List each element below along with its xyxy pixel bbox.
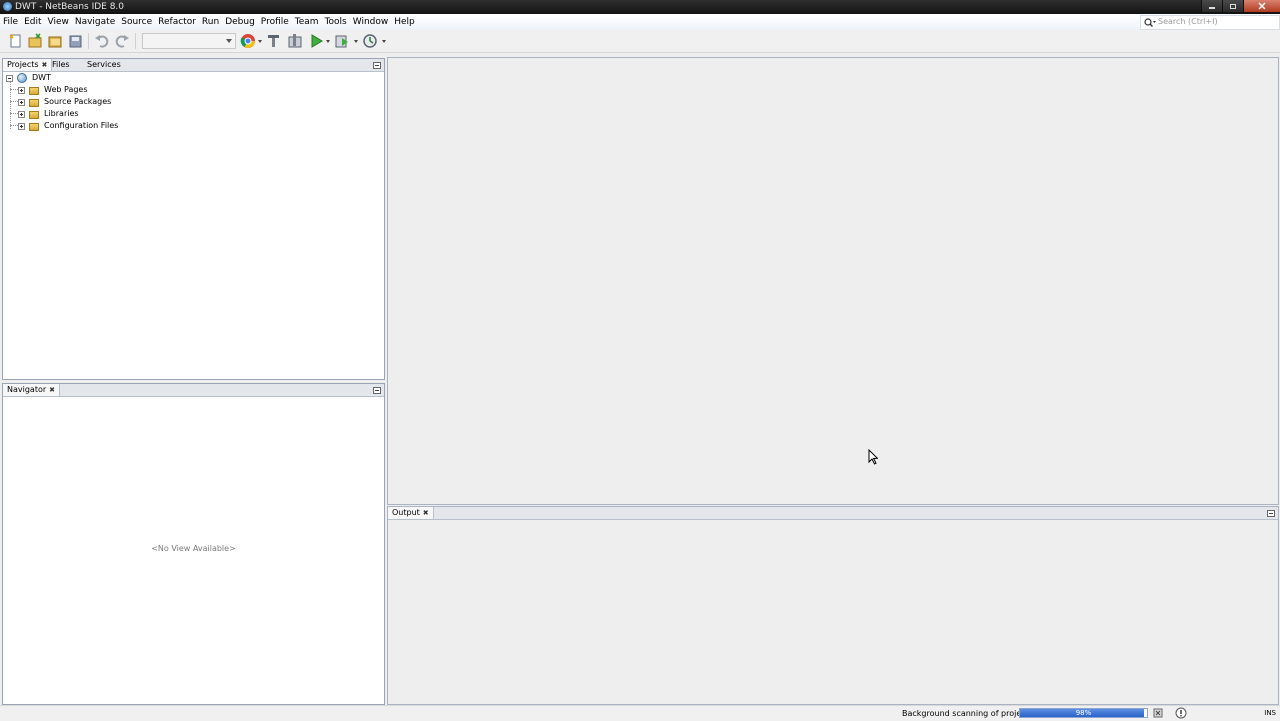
tab-navigator-label: Navigator xyxy=(7,385,47,394)
tree-node-label: Configuration Files xyxy=(44,121,119,130)
scan-progress-bar: 98% xyxy=(1019,708,1148,718)
tree-guide-line xyxy=(10,79,11,129)
search-icon xyxy=(1144,18,1156,27)
tree-node-configuration-files[interactable]: Configuration Files xyxy=(18,120,118,132)
menu-window[interactable]: Window xyxy=(350,16,392,28)
mouse-pointer-icon xyxy=(868,449,878,465)
tab-projects-label: Projects xyxy=(7,60,39,69)
output-panel: Output ✖ xyxy=(387,506,1279,705)
menu-navigate[interactable]: Navigate xyxy=(72,16,118,28)
main-menu: File Edit View Navigate Source Refactor … xyxy=(0,16,418,28)
chevron-down-icon[interactable] xyxy=(258,40,262,43)
chevron-down-icon[interactable] xyxy=(382,40,386,43)
tree-node-libraries[interactable]: Libraries xyxy=(18,108,79,120)
clean-build-icon[interactable] xyxy=(266,33,282,49)
close-icon[interactable]: ✖ xyxy=(42,61,48,69)
menu-profile[interactable]: Profile xyxy=(258,16,292,28)
tab-projects[interactable]: Projects ✖ xyxy=(3,59,53,71)
chevron-down-icon xyxy=(226,39,232,43)
menu-bar: File Edit View Navigate Source Refactor … xyxy=(0,14,1280,31)
status-bar: Background scanning of projects... 98% I… xyxy=(0,705,1280,721)
tree-node-root[interactable]: DWT xyxy=(6,72,51,84)
close-window-button[interactable] xyxy=(1243,0,1280,12)
progress-label: 98% xyxy=(1075,709,1092,717)
tree-node-label: Web Pages xyxy=(44,85,88,94)
menu-tools[interactable]: Tools xyxy=(322,16,350,28)
toolbar-separator xyxy=(88,33,89,49)
chevron-down-icon[interactable] xyxy=(326,40,330,43)
menu-help[interactable]: Help xyxy=(391,16,418,28)
output-tabstrip: Output ✖ xyxy=(388,507,1278,520)
configuration-folder-icon xyxy=(29,121,40,132)
projects-tabstrip: Projects ✖ Files Services xyxy=(3,59,384,72)
minimize-button[interactable] xyxy=(1201,0,1222,12)
undo-icon[interactable] xyxy=(94,33,110,49)
close-icon xyxy=(1258,2,1266,10)
profile-icon[interactable] xyxy=(362,33,378,49)
libraries-folder-icon xyxy=(29,109,40,120)
chevron-down-icon[interactable] xyxy=(354,40,358,43)
tab-output[interactable]: Output ✖ xyxy=(388,507,434,519)
netbeans-app-icon xyxy=(3,2,12,11)
window-titlebar: DWT - NetBeans IDE 8.0 xyxy=(0,0,1280,14)
web-pages-folder-icon xyxy=(29,85,40,96)
close-icon[interactable]: ✖ xyxy=(423,509,429,517)
menu-file[interactable]: File xyxy=(0,16,21,28)
tab-output-label: Output xyxy=(392,508,420,517)
window-title: DWT - NetBeans IDE 8.0 xyxy=(15,2,125,12)
new-file-icon[interactable] xyxy=(8,33,24,49)
minimize-icon xyxy=(1209,7,1215,9)
tab-files[interactable]: Files xyxy=(48,59,74,71)
search-placeholder: Search (Ctrl+I) xyxy=(1158,17,1218,26)
debug-icon[interactable] xyxy=(334,33,350,49)
quick-search-input[interactable]: Search (Ctrl+I) xyxy=(1140,15,1280,30)
window-controls xyxy=(1201,0,1280,12)
restore-button[interactable] xyxy=(1222,0,1243,12)
cancel-task-icon[interactable] xyxy=(1153,708,1163,718)
redo-icon[interactable] xyxy=(114,33,130,49)
tree-node-label: Source Packages xyxy=(44,97,112,106)
minimize-panel-icon[interactable] xyxy=(373,387,381,394)
expand-icon[interactable] xyxy=(18,86,25,94)
collapse-icon[interactable] xyxy=(6,74,13,82)
expand-icon[interactable] xyxy=(18,122,25,130)
navigator-panel: Navigator ✖ <No View Available> xyxy=(2,383,385,705)
menu-refactor[interactable]: Refactor xyxy=(155,16,199,28)
run-icon[interactable] xyxy=(309,33,325,49)
toolbar-separator xyxy=(135,33,136,49)
tree-node-label: Libraries xyxy=(44,109,79,118)
navigator-tabstrip: Navigator ✖ xyxy=(3,384,384,397)
menu-debug[interactable]: Debug xyxy=(222,16,258,28)
navigator-empty-message: <No View Available> xyxy=(151,544,236,553)
insert-mode-indicator: INS xyxy=(1264,709,1276,717)
menu-source[interactable]: Source xyxy=(118,16,155,28)
new-project-icon[interactable] xyxy=(27,33,43,49)
save-all-icon[interactable] xyxy=(68,33,84,49)
menu-edit[interactable]: Edit xyxy=(21,16,44,28)
close-icon[interactable]: ✖ xyxy=(49,386,55,394)
editor-area[interactable] xyxy=(387,57,1279,505)
tab-services[interactable]: Services xyxy=(83,59,125,71)
expand-icon[interactable] xyxy=(18,98,25,106)
minimize-panel-icon[interactable] xyxy=(373,62,381,69)
expand-icon[interactable] xyxy=(18,110,25,118)
restore-icon xyxy=(1230,4,1236,9)
notifications-icon[interactable] xyxy=(1175,707,1187,719)
source-packages-folder-icon xyxy=(29,97,40,108)
tree-node-label: DWT xyxy=(32,73,51,82)
build-icon[interactable] xyxy=(287,33,303,49)
open-project-icon[interactable] xyxy=(47,33,63,49)
tree-node-web-pages[interactable]: Web Pages xyxy=(18,84,88,96)
configuration-select[interactable] xyxy=(142,33,236,49)
menu-team[interactable]: Team xyxy=(292,16,322,28)
tree-node-source-packages[interactable]: Source Packages xyxy=(18,96,111,108)
minimize-panel-icon[interactable] xyxy=(1267,510,1275,517)
menu-view[interactable]: View xyxy=(45,16,72,28)
projects-panel: Projects ✖ Files Services DWT Web Pages S… xyxy=(2,58,385,380)
menu-run[interactable]: Run xyxy=(199,16,222,28)
tab-navigator[interactable]: Navigator ✖ xyxy=(3,384,61,396)
chrome-browser-icon[interactable] xyxy=(240,33,256,49)
web-project-globe-icon xyxy=(17,72,28,84)
